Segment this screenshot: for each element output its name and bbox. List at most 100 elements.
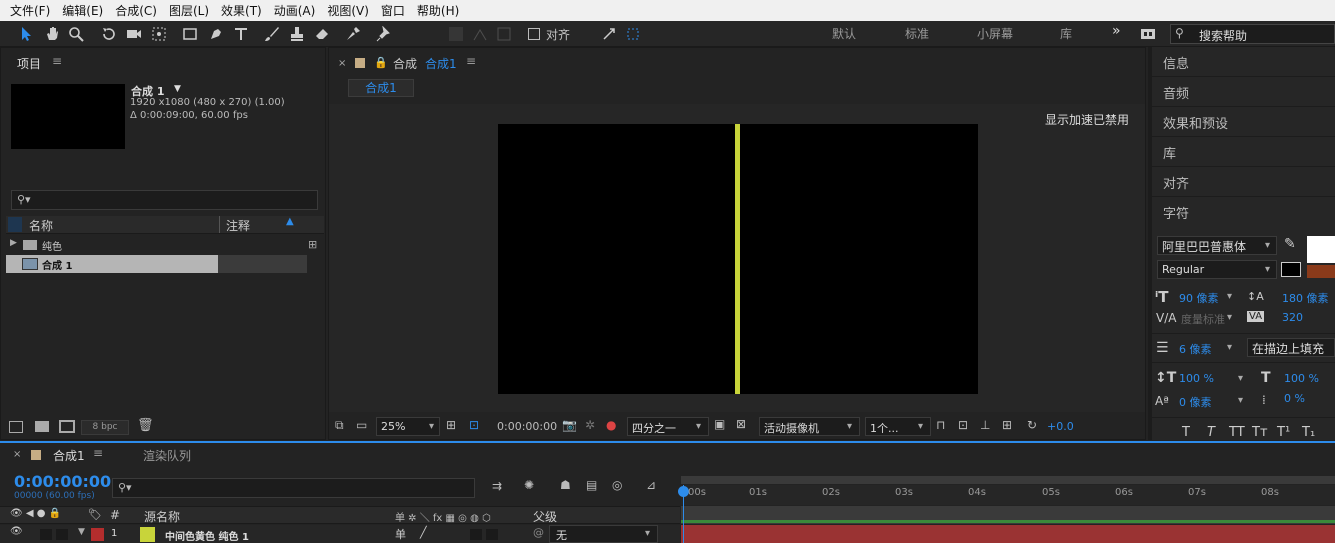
tsume-value[interactable]: 0 % xyxy=(1284,392,1305,405)
toggle-mask-icon[interactable]: ⊡ xyxy=(469,418,479,432)
libraries-panel-header[interactable]: 库 xyxy=(1152,137,1335,167)
align-panel-header[interactable]: 对齐 xyxy=(1152,167,1335,197)
shy-switch-icon[interactable]: 单 xyxy=(395,526,406,542)
comp-dropdown-icon[interactable]: ▼ xyxy=(174,84,181,94)
camera-tool-icon[interactable] xyxy=(124,24,144,44)
horizontal-scale-value[interactable]: 100 % xyxy=(1284,372,1319,385)
project-bpc-button[interactable]: 8 bpc xyxy=(81,420,129,435)
shy-layers-icon[interactable]: ☗ xyxy=(560,478,571,492)
time-ruler[interactable] xyxy=(681,485,1335,505)
type-tool-icon[interactable] xyxy=(231,24,251,44)
project-item-comp[interactable]: 合成 1 xyxy=(6,255,307,273)
panel-menu-icon[interactable]: ≡ xyxy=(93,446,103,460)
comp-canvas[interactable] xyxy=(498,124,978,394)
all-caps-button[interactable]: TT xyxy=(1229,425,1245,440)
info-panel-header[interactable]: 信息 xyxy=(1152,47,1335,77)
quality-switch-icon[interactable]: ╱ xyxy=(420,526,427,539)
tracking-value[interactable]: 320 xyxy=(1282,311,1303,324)
layer-duration-bar[interactable] xyxy=(681,525,1335,543)
lock-toggle[interactable] xyxy=(56,529,68,540)
rectangle-tool-icon[interactable] xyxy=(180,24,200,44)
view-axis-icon[interactable] xyxy=(494,24,514,44)
eraser-tool-icon[interactable] xyxy=(312,24,332,44)
resolution-select[interactable]: 四分之一 ▾ xyxy=(627,417,709,436)
snap-features-icon[interactable] xyxy=(623,24,643,44)
solo-toggle[interactable] xyxy=(40,529,52,540)
panel-menu-icon[interactable]: ≡ xyxy=(466,54,476,68)
comp-tab-name[interactable]: 合成1 xyxy=(425,55,457,72)
effects-presets-panel-header[interactable]: 效果和预设 xyxy=(1152,107,1335,137)
flowchart-icon[interactable]: ⊞ xyxy=(1002,418,1012,432)
superscript-button[interactable]: T¹ xyxy=(1277,425,1290,440)
workspace-libraries[interactable]: 库 xyxy=(1060,25,1072,42)
snap-checkbox[interactable] xyxy=(528,28,540,40)
comp-mini-flowchart-icon[interactable]: ⇉ xyxy=(492,479,502,493)
viewer-area[interactable]: 显示加速已禁用 xyxy=(329,104,1145,412)
selection-tool-icon[interactable] xyxy=(16,24,36,44)
workspace-small-screen[interactable]: 小屏幕 xyxy=(977,25,1013,42)
layer-row[interactable]: 👁 ▼ 1 中间色黄色 纯色 1 单 ╱ @ 无 ▾ xyxy=(0,525,680,543)
viewer-timecode[interactable]: 0:00:00:00 xyxy=(497,420,557,433)
project-item-folder[interactable]: ▶ 纯色 xyxy=(6,236,307,254)
expand-arrow-icon[interactable]: ▼ xyxy=(78,527,85,537)
close-icon[interactable]: × xyxy=(338,58,346,69)
column-comment[interactable]: 注释 xyxy=(226,217,250,234)
kerning-value[interactable]: 度量标准 xyxy=(1181,311,1225,327)
layer-label-color[interactable] xyxy=(91,528,104,541)
frame-blending-icon[interactable]: ▤ xyxy=(586,478,597,492)
puppet-pin-tool-icon[interactable] xyxy=(374,24,394,44)
comp-subtab[interactable]: 合成1 xyxy=(348,79,414,97)
local-axis-icon[interactable] xyxy=(446,24,466,44)
pen-tool-icon[interactable] xyxy=(206,24,226,44)
audio-panel-header[interactable]: 音频 xyxy=(1152,77,1335,107)
exposure-value[interactable]: +0.0 xyxy=(1047,420,1074,433)
fill-color-swatch[interactable] xyxy=(1307,236,1335,263)
views-select[interactable]: 1个... ▾ xyxy=(865,417,931,436)
lock-icon[interactable]: 🔒 xyxy=(374,56,388,69)
new-folder-icon[interactable] xyxy=(35,421,49,432)
stroke-mode-select[interactable]: 在描边上填充 xyxy=(1247,338,1335,357)
rotate-tool-icon[interactable] xyxy=(99,24,119,44)
hand-tool-icon[interactable] xyxy=(42,24,62,44)
baseline-shift-value[interactable]: 0 像素 xyxy=(1179,394,1212,410)
flowchart-icon[interactable]: ⊞ xyxy=(308,238,317,251)
parent-column[interactable]: 父级 xyxy=(533,508,557,525)
visibility-eye-icon[interactable]: 👁 xyxy=(10,526,23,537)
workspace-default[interactable]: 默认 xyxy=(832,25,856,42)
column-name[interactable]: 名称 xyxy=(29,217,53,234)
menu-animation[interactable]: 动画(A) xyxy=(268,2,322,19)
brush-tool-icon[interactable] xyxy=(262,24,282,44)
title-safe-icon[interactable]: ⊞ xyxy=(446,418,456,432)
pickwhip-icon[interactable]: @ xyxy=(533,526,544,539)
color-channels-icon[interactable]: ● xyxy=(606,418,616,432)
3d-switch[interactable] xyxy=(486,529,498,540)
menu-effect[interactable]: 效果(T) xyxy=(215,2,268,19)
sort-arrow-icon[interactable]: ▲ xyxy=(286,216,294,227)
project-search-input[interactable]: ⚲▾ xyxy=(11,190,318,210)
chevron-down-icon[interactable]: ▾ xyxy=(1227,312,1232,323)
zoom-select[interactable]: 25% ▾ xyxy=(376,417,440,436)
leading-value[interactable]: 180 像素 xyxy=(1282,290,1329,306)
character-panel-header[interactable]: 字符 xyxy=(1152,197,1335,227)
clone-stamp-tool-icon[interactable] xyxy=(287,24,307,44)
expand-arrow-icon[interactable]: ▶ xyxy=(10,238,17,248)
always-preview-icon[interactable]: ⧉ xyxy=(335,418,344,433)
timeline-icon[interactable]: ⊥ xyxy=(980,418,990,432)
adjustment-switch[interactable] xyxy=(470,529,482,540)
draft-3d-icon[interactable]: ✺ xyxy=(524,478,534,492)
monitor-icon[interactable]: ▭ xyxy=(356,418,367,432)
roto-brush-tool-icon[interactable] xyxy=(343,24,363,44)
faux-bold-button[interactable]: T xyxy=(1182,425,1190,440)
font-family-select[interactable]: 阿里巴巴普惠体 ▾ xyxy=(1157,236,1277,255)
world-axis-icon[interactable] xyxy=(470,24,490,44)
yellow-solid-layer[interactable] xyxy=(735,124,740,394)
interpret-footage-icon[interactable] xyxy=(9,421,23,433)
pan-behind-tool-icon[interactable] xyxy=(149,24,169,44)
trash-icon[interactable]: 🗑 xyxy=(137,418,154,433)
chevron-down-icon[interactable]: ▾ xyxy=(1227,291,1232,302)
fast-preview-icon[interactable]: ⊡ xyxy=(958,418,968,432)
render-queue-tab[interactable]: 渲染队列 xyxy=(143,447,191,464)
region-of-interest-icon[interactable]: ▣ xyxy=(714,417,725,431)
menu-window[interactable]: 窗口 xyxy=(375,2,411,19)
snap-edges-icon[interactable] xyxy=(599,24,619,44)
